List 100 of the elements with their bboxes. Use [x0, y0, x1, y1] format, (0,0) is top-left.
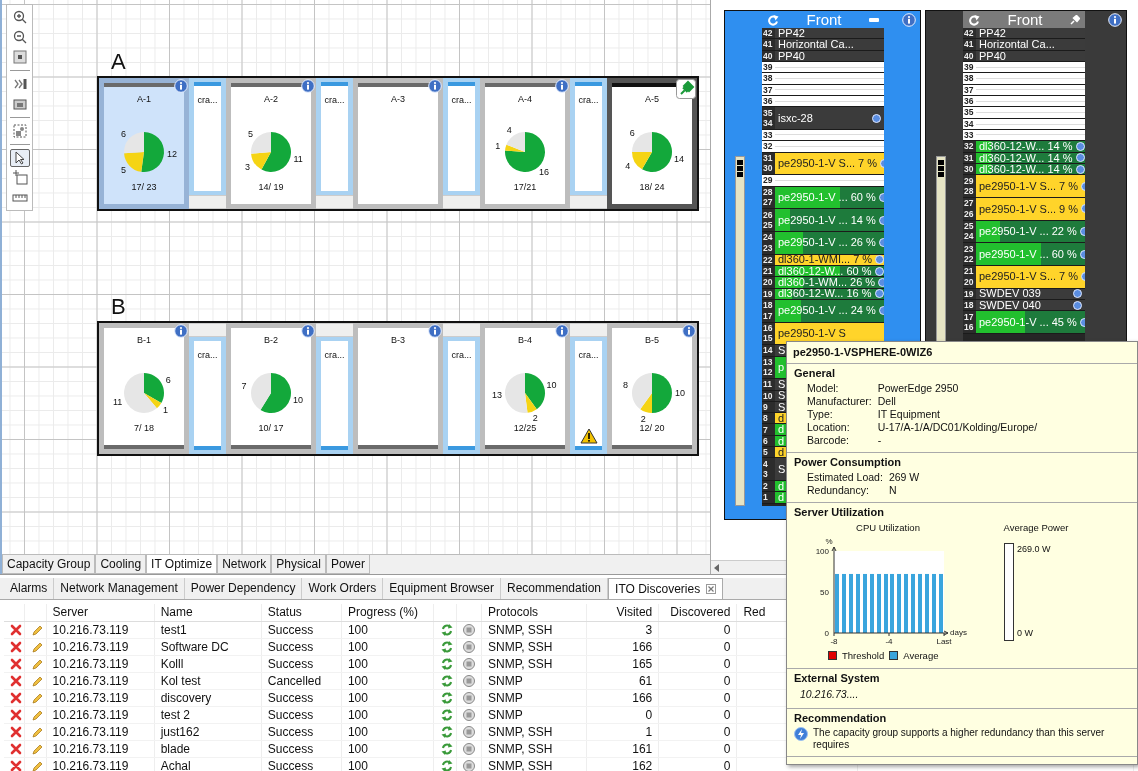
rack-unit[interactable]: PP42	[976, 28, 1085, 39]
refresh-icon[interactable]	[440, 640, 454, 653]
rack-unit[interactable]: dl360-12-W... 14 %	[976, 152, 1085, 163]
view-tab[interactable]: Cooling	[95, 555, 147, 574]
rack-unit[interactable]: PP40	[976, 50, 1085, 61]
rack-unit[interactable]: SWDEV 040	[976, 299, 1085, 311]
stop-icon[interactable]	[463, 674, 476, 687]
rack-unit[interactable]: PP42	[775, 28, 884, 39]
refresh-icon[interactable]	[440, 691, 454, 704]
rack-unit[interactable]: dl360-12-W... 60 %	[775, 265, 884, 277]
rack[interactable]: A-4 16 1 4 17/21	[480, 78, 570, 209]
pencil-icon[interactable]	[30, 640, 43, 653]
delete-icon[interactable]	[10, 708, 22, 721]
info-icon[interactable]	[1073, 289, 1082, 299]
pencil-icon[interactable]	[30, 725, 43, 738]
rack-unit[interactable]: Horizontal Ca...	[775, 39, 884, 50]
rack-unit[interactable]	[976, 84, 1085, 95]
pencil-icon[interactable]	[30, 623, 43, 636]
cooling-unit[interactable]: cra...	[189, 337, 226, 454]
column-header[interactable]: Server	[46, 604, 155, 621]
pencil-icon[interactable]	[30, 674, 43, 687]
stop-icon[interactable]	[463, 759, 476, 771]
rack-unit[interactable]: pe2950-1-V ... 60 %	[775, 186, 884, 209]
rack-unit[interactable]: pe2950-1-V S... 9 %	[976, 197, 1085, 220]
stop-icon[interactable]	[463, 725, 476, 738]
delete-icon[interactable]	[10, 623, 22, 636]
column-header[interactable]: Discovered	[658, 604, 737, 621]
rack-unit[interactable]: pe2950-1-V ... 45 %	[976, 311, 1085, 333]
panel-tab[interactable]: Power Dependency	[184, 578, 303, 599]
pointer-icon[interactable]	[9, 149, 30, 167]
rack-unit[interactable]	[976, 95, 1085, 107]
rack-unit[interactable]	[976, 118, 1085, 129]
rack-unit[interactable]: dl360-12-W... 16 %	[775, 288, 884, 299]
rack-unit[interactable]	[775, 129, 884, 141]
info-icon[interactable]	[1073, 300, 1082, 310]
view-tab[interactable]: Network	[217, 555, 272, 574]
rack-unit[interactable]: pe2950-1-V ... 24 %	[775, 299, 884, 322]
stop-icon[interactable]	[463, 657, 476, 670]
refresh-icon[interactable]	[440, 674, 454, 687]
view-tab[interactable]: Physical	[271, 555, 326, 574]
cooling-unit[interactable]: cra...	[570, 78, 607, 195]
info-icon[interactable]	[301, 324, 315, 338]
column-header[interactable]: Status	[261, 604, 342, 621]
stop-icon[interactable]	[463, 742, 476, 755]
info-icon[interactable]	[174, 79, 188, 93]
rack-unit[interactable]: pe2950-1-V ... 14 %	[775, 209, 884, 231]
delete-icon[interactable]	[10, 725, 22, 738]
rack-unit[interactable]: pe2950-1-V ... 60 %	[976, 243, 1085, 265]
rack-unit[interactable]: PP40	[775, 50, 884, 61]
cooling-unit[interactable]: cra...	[189, 78, 226, 195]
rack[interactable]: B-5 10 2 8 12/ 20	[607, 323, 697, 454]
cooling-unit[interactable]: cra...	[443, 337, 480, 454]
rack-unit[interactable]: Horizontal Ca...	[976, 39, 1085, 50]
info-icon[interactable]	[902, 12, 916, 27]
view-tab[interactable]: Capacity Group	[2, 555, 96, 574]
info-icon[interactable]	[301, 79, 315, 93]
stop-icon[interactable]	[463, 708, 476, 721]
info-icon[interactable]	[174, 324, 188, 338]
rack-unit[interactable]: dl360-1-WMI... 7 %	[775, 254, 884, 265]
delete-icon[interactable]	[10, 657, 22, 670]
refresh-icon[interactable]	[440, 708, 454, 721]
info-icon[interactable]	[555, 324, 569, 338]
cooling-unit[interactable]: cra...	[316, 78, 353, 195]
rack-unit[interactable]: pe2950-1-V S... 7 %	[775, 152, 884, 175]
rack-unit[interactable]	[976, 129, 1085, 141]
rack[interactable]: B-4 10 2 13 12/25	[480, 323, 570, 454]
panel-tab[interactable]: Network Management	[54, 578, 185, 599]
rack-unit[interactable]: dl360-12-W... 14 %	[976, 163, 1085, 175]
rack-unit[interactable]	[775, 84, 884, 95]
delete-icon[interactable]	[10, 759, 22, 771]
pin-icon[interactable]	[676, 79, 696, 99]
refresh-icon[interactable]	[767, 13, 779, 26]
rack-unit[interactable]: pe2950-1-V S... 7 %	[976, 175, 1085, 197]
rack-unit[interactable]: pe2950-1-V ... 26 %	[775, 231, 884, 254]
delete-icon[interactable]	[10, 691, 22, 704]
rack-unit[interactable]	[775, 95, 884, 107]
cooling-unit[interactable]: cra...	[570, 337, 607, 454]
panel-tab[interactable]: Alarms	[4, 578, 55, 599]
info-icon[interactable]	[428, 79, 442, 93]
rack-unit[interactable]: pe2950-1-V ... 22 %	[976, 220, 1085, 243]
pencil-icon[interactable]	[30, 708, 43, 721]
minimize-icon[interactable]	[869, 16, 879, 23]
info-icon[interactable]	[682, 324, 696, 338]
rack[interactable]: A-3	[353, 78, 443, 209]
delete-icon[interactable]	[10, 640, 22, 653]
delete-icon[interactable]	[10, 674, 22, 687]
refresh-icon[interactable]	[440, 725, 454, 738]
refresh-icon[interactable]	[440, 742, 454, 755]
stop-icon[interactable]	[463, 691, 476, 704]
panel-tab[interactable]: Work Orders	[302, 578, 384, 599]
info-icon[interactable]	[1108, 12, 1122, 27]
rack[interactable]: B-3	[353, 323, 443, 454]
view-tab[interactable]: Power	[325, 555, 370, 574]
stop-icon[interactable]	[463, 640, 476, 653]
rack-unit[interactable]: dl360-1-WM... 26 %	[775, 277, 884, 288]
pencil-icon[interactable]	[30, 657, 43, 670]
rack[interactable]: A-5 14 4 6 18/ 24	[607, 78, 697, 209]
scrollbar[interactable]	[735, 156, 745, 506]
refresh-icon[interactable]	[440, 623, 454, 636]
column-header[interactable]: Visited	[586, 604, 659, 621]
